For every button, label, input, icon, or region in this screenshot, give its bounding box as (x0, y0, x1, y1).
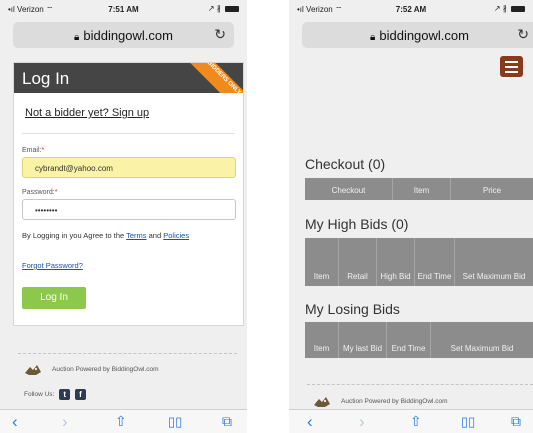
back-arrow-icon[interactable]: ‹ (307, 412, 313, 432)
tabs-icon[interactable]: ⧉ (511, 413, 521, 430)
owl-logo-icon (25, 365, 41, 375)
safari-toolbar: ‹ › ⇧ ▯▯ ⧉ (289, 409, 533, 433)
powered-by-text: Auction Powered by BiddingOwl.com (341, 398, 448, 405)
tabs-icon[interactable]: ⧉ (222, 413, 232, 430)
high-bids-title: My High Bids (0) (305, 216, 409, 232)
location-icon: ↗ (493, 4, 501, 13)
password-field[interactable]: •••••••• (22, 199, 236, 220)
url-text: 🔒︎ biddingowl.com (370, 28, 469, 43)
terms-link[interactable]: Terms (126, 231, 146, 240)
column-header[interactable]: End Time (415, 238, 455, 286)
powered-by-text: Auction Powered by BiddingOwl.com (52, 366, 159, 373)
email-label: Email:* (22, 147, 45, 154)
twitter-icon[interactable]: t (59, 389, 71, 400)
owl-logo-icon (314, 397, 330, 407)
phone-screen-login: •ıl Verizon ⌔ 7:51 AM ↗ ∦ 🔒︎ biddingowl.c… (0, 0, 247, 433)
column-header[interactable]: High Bid (377, 238, 415, 286)
email-field[interactable]: cybrandt@yahoo.com (22, 157, 236, 178)
high-bids-table-header: Item Retail High Bid End Time Set Maximu… (305, 238, 533, 286)
footer-divider (18, 353, 237, 354)
password-label: Password:* (22, 189, 58, 196)
forward-arrow-icon[interactable]: › (359, 412, 365, 432)
login-button[interactable]: Log In (22, 287, 86, 309)
column-header[interactable]: Price (451, 178, 533, 200)
location-icon: ↗ (207, 4, 215, 13)
phone-screen-bids: •ıl Verizon ⌔ 7:52 AM ↗ ∦ 🔒︎ biddingowl.c… (289, 0, 533, 433)
reload-icon[interactable]: ↻ (517, 26, 529, 43)
battery-icon (511, 5, 525, 12)
bidders-only-ribbon: BIDDERS ONLY (184, 63, 243, 93)
status-icons: ↗ ∦ (208, 4, 239, 13)
back-arrow-icon[interactable]: ‹ (12, 412, 18, 432)
divider (22, 133, 235, 134)
status-bar: •ıl Verizon ⌔ 7:52 AM ↗ ∦ (289, 0, 533, 18)
share-icon[interactable]: ⇧ (115, 413, 127, 430)
forgot-password-link[interactable]: Forgot Password? (22, 261, 83, 270)
losing-bids-table-header: Item My last Bid End Time Set Maximum Bi… (305, 322, 533, 358)
login-header: Log In BIDDERS ONLY (14, 63, 243, 93)
checkout-title: Checkout (0) (305, 156, 386, 172)
losing-bids-title: My Losing Bids (305, 301, 400, 317)
bluetooth-icon: ∦ (216, 4, 221, 13)
terms-text: By Logging in you Agree to the Terms and… (22, 231, 190, 240)
url-text: 🔒︎ biddingowl.com (74, 28, 173, 43)
column-header[interactable]: End Time (387, 322, 431, 358)
signup-link[interactable]: Not a bidder yet? Sign up (25, 107, 149, 119)
footer-divider (307, 384, 533, 385)
column-header[interactable]: Item (305, 322, 339, 358)
share-icon[interactable]: ⇧ (410, 413, 422, 430)
column-header[interactable]: Item (393, 178, 451, 200)
column-header[interactable]: My last Bid (339, 322, 387, 358)
login-card: Log In BIDDERS ONLY Not a bidder yet? Si… (13, 62, 244, 326)
policies-link[interactable]: Policies (163, 231, 189, 240)
column-header[interactable]: Item (305, 238, 339, 286)
column-header[interactable]: Set Maximum Bid (431, 322, 533, 358)
login-title: Log In (22, 69, 70, 88)
bookmarks-icon[interactable]: ▯▯ (461, 414, 475, 430)
bluetooth-icon: ∦ (502, 4, 507, 13)
address-bar[interactable]: 🔒︎ biddingowl.com ↻ (302, 22, 533, 48)
follow-us: Follow Us: t f (24, 389, 86, 400)
column-header[interactable]: Set Maximum Bid (455, 238, 533, 286)
column-header[interactable]: Checkout (305, 178, 393, 200)
status-icons: ↗ ∦ (494, 4, 525, 13)
battery-icon (225, 5, 239, 12)
reload-icon[interactable]: ↻ (214, 26, 226, 43)
status-bar: •ıl Verizon ⌔ 7:51 AM ↗ ∦ (0, 0, 247, 18)
column-header[interactable]: Retail (339, 238, 377, 286)
forward-arrow-icon[interactable]: › (62, 412, 68, 432)
hamburger-menu-icon[interactable] (500, 56, 523, 77)
safari-toolbar: ‹ › ⇧ ▯▯ ⧉ (0, 409, 247, 433)
facebook-icon[interactable]: f (74, 389, 86, 400)
lock-icon: 🔒︎ (370, 32, 376, 43)
lock-icon: 🔒︎ (74, 32, 80, 43)
bookmarks-icon[interactable]: ▯▯ (168, 414, 182, 430)
checkout-table-header: Checkout Item Price (305, 178, 533, 200)
address-bar[interactable]: 🔒︎ biddingowl.com ↻ (13, 22, 234, 48)
